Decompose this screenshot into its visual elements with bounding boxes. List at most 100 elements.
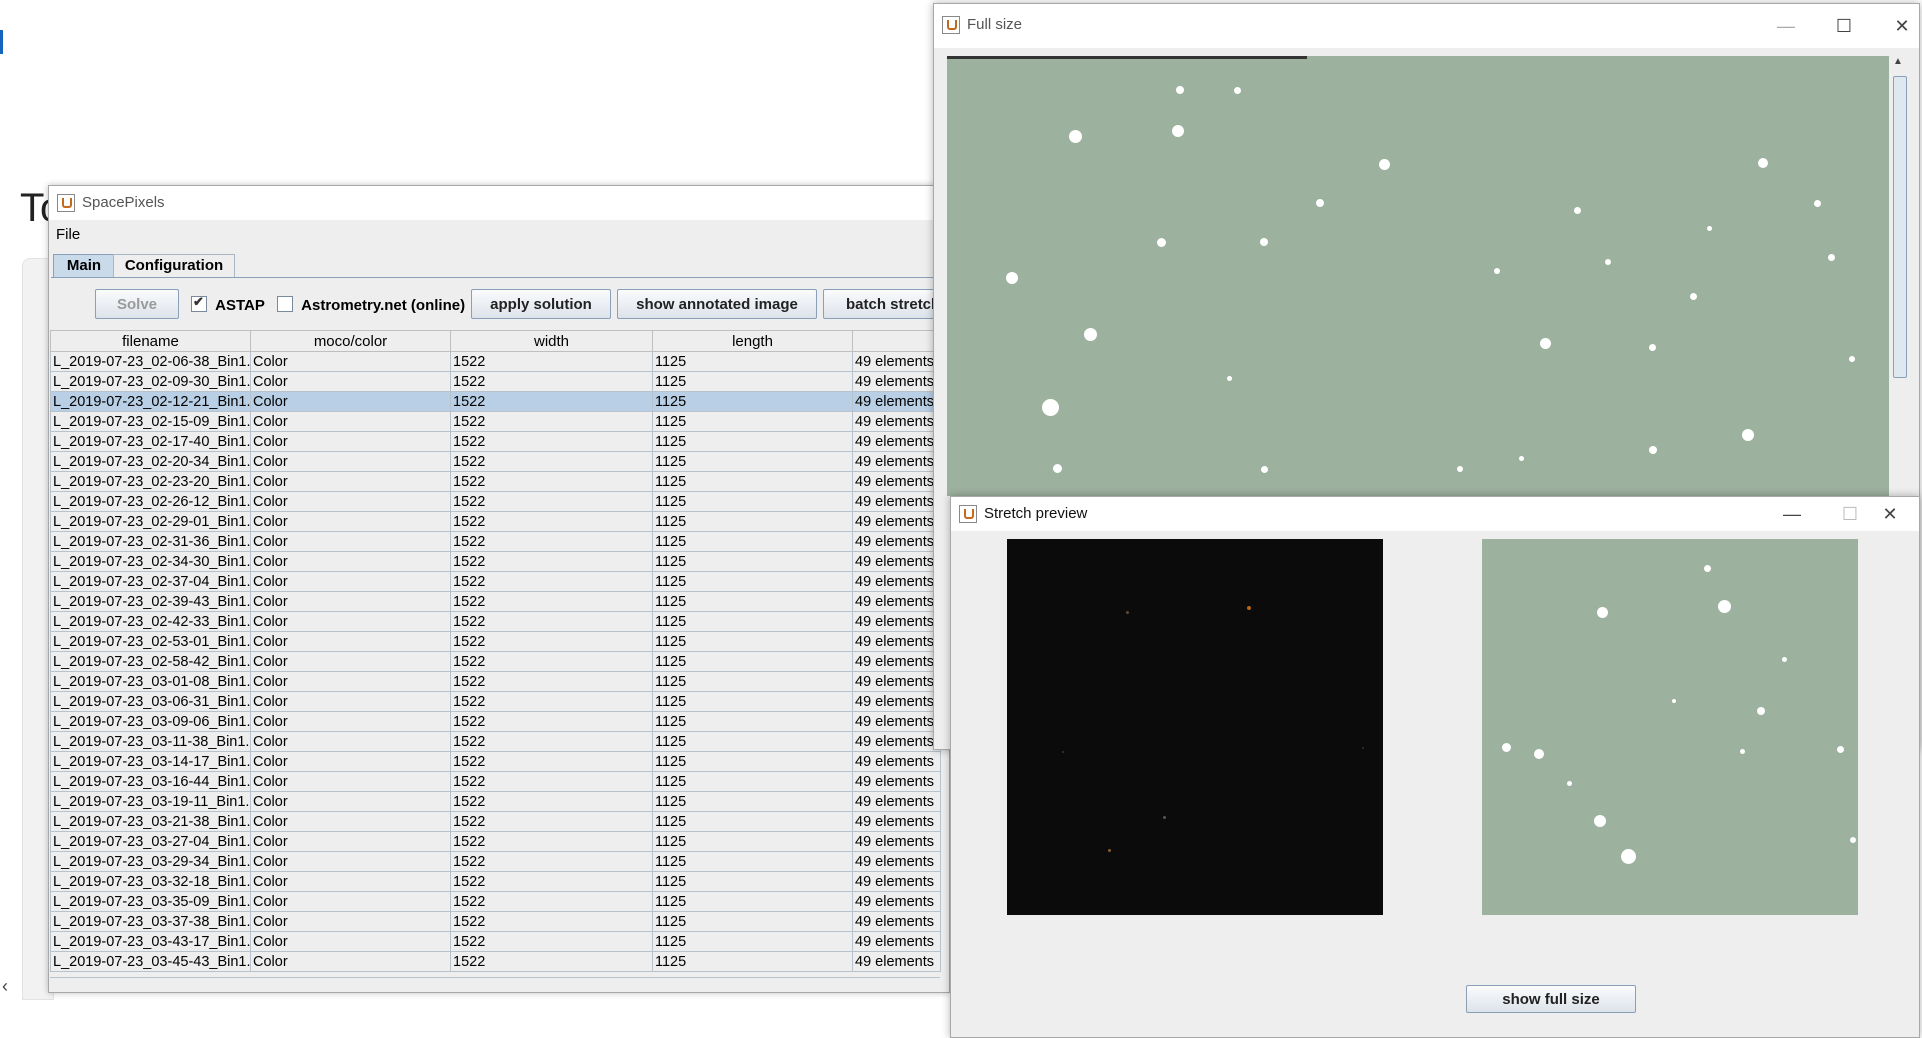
- table-row[interactable]: L_2019-07-23_02-23-20_Bin1. Color 1522 1125…: [50, 471, 941, 492]
- minimize-icon[interactable]: —: [1763, 492, 1821, 536]
- cell-length: 1125: [652, 851, 853, 872]
- table-row[interactable]: L_2019-07-23_03-43-17_Bin1. Color 1522 1125…: [50, 931, 941, 952]
- cell-width: 1522: [450, 751, 653, 772]
- table-row[interactable]: L_2019-07-23_02-58-42_Bin1. Color 1522 1125…: [50, 651, 941, 672]
- table-row[interactable]: L_2019-07-23_02-37-04_Bin1. Color 1522 1125…: [50, 571, 941, 592]
- table-row[interactable]: L_2019-07-23_02-09-30_Bin1. Color 1522 1125…: [50, 371, 941, 392]
- cell-moco-color: Color: [250, 611, 451, 632]
- table-row[interactable]: L_2019-07-23_03-11-38_Bin1. Color 1522 1125…: [50, 731, 941, 752]
- star: [1837, 746, 1844, 753]
- table-row[interactable]: L_2019-07-23_02-12-21_Bin1. Color 1522 1125…: [50, 391, 941, 412]
- show-annotated-image-button[interactable]: show annotated image: [617, 289, 817, 319]
- cell-length: 1125: [652, 451, 853, 472]
- vscroll-thumb[interactable]: [1893, 76, 1907, 378]
- table-row[interactable]: L_2019-07-23_03-19-11_Bin1. Color 1522 1125…: [50, 791, 941, 812]
- astrometry-checkbox-group[interactable]: Astrometry.net (online): [277, 296, 465, 314]
- star: [1672, 699, 1676, 703]
- star: [1172, 125, 1184, 137]
- tab-configuration[interactable]: Configuration: [113, 254, 235, 277]
- cell-width: 1522: [450, 571, 653, 592]
- cell-elements: 49 elements: [852, 951, 941, 972]
- astap-label: ASTAP: [215, 297, 265, 314]
- table-row[interactable]: L_2019-07-23_02-31-36_Bin1. Color 1522 1125…: [50, 531, 941, 552]
- table-partial-row: [50, 977, 940, 984]
- cell-width: 1522: [450, 911, 653, 932]
- maximize-icon[interactable]: ☐: [1815, 4, 1873, 48]
- star: [1849, 356, 1855, 362]
- column-header-elements[interactable]: [852, 330, 941, 352]
- cell-moco-color: Color: [250, 451, 451, 472]
- menu-file[interactable]: File: [56, 226, 80, 243]
- cell-length: 1125: [652, 671, 853, 692]
- table-row[interactable]: L_2019-07-23_03-21-38_Bin1. Color 1522 1125…: [50, 811, 941, 832]
- table-row[interactable]: L_2019-07-23_02-42-33_Bin1. Color 1522 1125…: [50, 611, 941, 632]
- cell-elements: 49 elements: [852, 751, 941, 772]
- table-row[interactable]: L_2019-07-23_02-53-01_Bin1. Color 1522 1125…: [50, 631, 941, 652]
- cell-elements: 49 elements: [852, 771, 941, 792]
- cell-moco-color: Color: [250, 551, 451, 572]
- column-header-moco-color[interactable]: moco/color: [250, 330, 451, 352]
- table-row[interactable]: L_2019-07-23_02-20-34_Bin1. Color 1522 1125…: [50, 451, 941, 472]
- table-row[interactable]: L_2019-07-23_02-34-30_Bin1. Color 1522 1125…: [50, 551, 941, 572]
- table-row[interactable]: L_2019-07-23_03-37-38_Bin1. Color 1522 1125…: [50, 911, 941, 932]
- cell-filename: L_2019-07-23_03-14-17_Bin1.: [50, 751, 251, 772]
- cell-length: 1125: [652, 711, 853, 732]
- fullsize-vscroll[interactable]: ▲: [1891, 56, 1907, 496]
- cell-width: 1522: [450, 491, 653, 512]
- table-row[interactable]: L_2019-07-23_03-01-08_Bin1. Color 1522 1125…: [50, 671, 941, 692]
- column-header-filename[interactable]: filename: [50, 330, 251, 352]
- table-row[interactable]: L_2019-07-23_02-15-09_Bin1. Color 1522 1125…: [50, 411, 941, 432]
- column-header-width[interactable]: width: [450, 330, 653, 352]
- cell-elements: 49 elements: [852, 451, 941, 472]
- background-scroll-left-icon[interactable]: ‹: [2, 976, 8, 997]
- table-row[interactable]: L_2019-07-23_03-16-44_Bin1. Color 1522 1125…: [50, 771, 941, 792]
- fullsize-hscroll-bar[interactable]: [947, 56, 1307, 59]
- cell-elements: 49 elements: [852, 651, 941, 672]
- table-row[interactable]: L_2019-07-23_03-35-09_Bin1. Color 1522 1125…: [50, 891, 941, 912]
- table-row[interactable]: L_2019-07-23_02-26-12_Bin1. Color 1522 1125…: [50, 491, 941, 512]
- cell-elements: 49 elements: [852, 911, 941, 932]
- column-header-length[interactable]: length: [652, 330, 853, 352]
- table-row[interactable]: L_2019-07-23_03-29-34_Bin1. Color 1522 1125…: [50, 851, 941, 872]
- cell-width: 1522: [450, 591, 653, 612]
- cell-length: 1125: [652, 831, 853, 852]
- scroll-up-arrow-icon[interactable]: ▲: [1893, 56, 1903, 67]
- solve-button[interactable]: Solve: [95, 289, 179, 319]
- cell-elements: 49 elements: [852, 791, 941, 812]
- star: [1540, 338, 1551, 349]
- astap-checkbox-icon[interactable]: [191, 294, 207, 312]
- cell-filename: L_2019-07-23_02-23-20_Bin1.: [50, 471, 251, 492]
- star: [1261, 466, 1268, 473]
- dim-star: [1163, 816, 1166, 819]
- cell-elements: 49 elements: [852, 711, 941, 732]
- cell-moco-color: Color: [250, 831, 451, 852]
- star: [1157, 238, 1166, 247]
- minimize-icon[interactable]: —: [1757, 4, 1815, 48]
- cell-length: 1125: [652, 531, 853, 552]
- table-row[interactable]: L_2019-07-23_03-06-31_Bin1. Color 1522 1125…: [50, 691, 941, 712]
- cell-elements: 49 elements: [852, 611, 941, 632]
- table-row[interactable]: L_2019-07-23_02-17-40_Bin1. Color 1522 1125…: [50, 431, 941, 452]
- tab-main[interactable]: Main: [53, 254, 115, 277]
- table-row[interactable]: L_2019-07-23_03-09-06_Bin1. Color 1522 1125…: [50, 711, 941, 732]
- fullsize-image[interactable]: [947, 56, 1889, 496]
- astrometry-checkbox-icon[interactable]: [277, 296, 293, 312]
- cell-filename: L_2019-07-23_02-29-01_Bin1.: [50, 511, 251, 532]
- table-row[interactable]: L_2019-07-23_03-32-18_Bin1. Color 1522 1125…: [50, 871, 941, 892]
- show-full-size-button[interactable]: show full size: [1466, 985, 1636, 1013]
- astap-checkbox-group[interactable]: ASTAP: [191, 294, 265, 314]
- close-icon[interactable]: ✕: [1861, 492, 1919, 536]
- table-row[interactable]: L_2019-07-23_02-06-38_Bin1. Color 1522 1125…: [50, 351, 941, 372]
- star: [1042, 399, 1059, 416]
- cell-moco-color: Color: [250, 471, 451, 492]
- cell-elements: 49 elements: [852, 811, 941, 832]
- table-row[interactable]: L_2019-07-23_03-14-17_Bin1. Color 1522 1125…: [50, 751, 941, 772]
- apply-solution-button[interactable]: apply solution: [471, 289, 611, 319]
- cell-filename: L_2019-07-23_03-06-31_Bin1.: [50, 691, 251, 712]
- close-icon[interactable]: ✕: [1873, 4, 1922, 48]
- cell-width: 1522: [450, 531, 653, 552]
- table-row[interactable]: L_2019-07-23_03-45-43_Bin1. Color 1522 1125…: [50, 951, 941, 972]
- table-row[interactable]: L_2019-07-23_02-39-43_Bin1. Color 1522 1125…: [50, 591, 941, 612]
- table-row[interactable]: L_2019-07-23_02-29-01_Bin1. Color 1522 1125…: [50, 511, 941, 532]
- table-row[interactable]: L_2019-07-23_03-27-04_Bin1. Color 1522 1125…: [50, 831, 941, 852]
